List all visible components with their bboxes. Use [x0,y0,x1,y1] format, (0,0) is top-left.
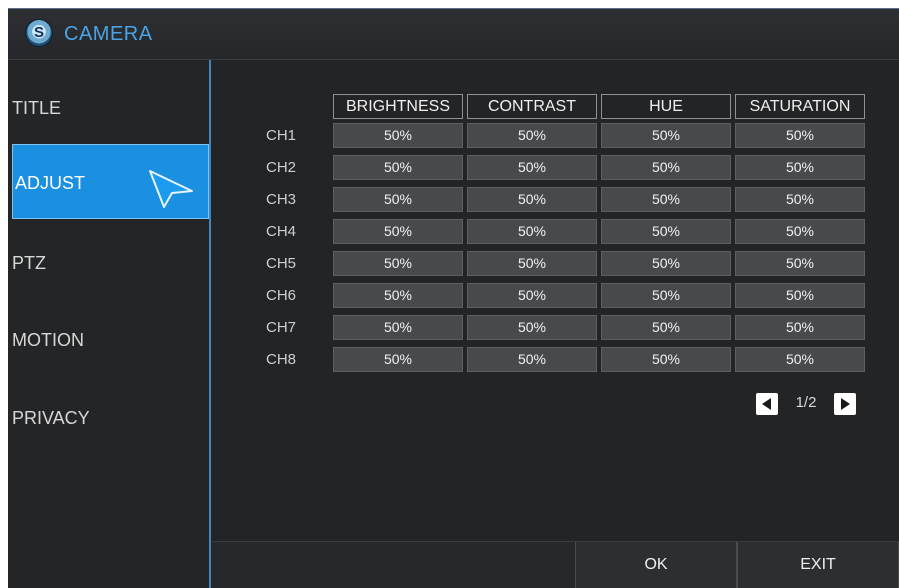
hue-value[interactable]: 50% [601,155,731,180]
column-header-brightness: BRIGHTNESS [333,94,463,119]
contrast-value[interactable]: 50% [467,283,597,308]
saturation-value[interactable]: 50% [735,347,865,372]
brightness-value[interactable]: 50% [333,123,463,148]
brightness-value[interactable]: 50% [333,315,463,340]
next-page-button[interactable] [834,393,856,415]
channel-label: CH5 [266,255,297,272]
channel-label: CH6 [266,287,297,304]
sidebar-item-ptz[interactable]: PTZ [8,225,208,300]
window-title: CAMERA [64,23,153,45]
ok-button[interactable]: OK [575,542,737,588]
sidebar-divider [209,60,211,588]
contrast-value[interactable]: 50% [467,251,597,276]
saturation-value[interactable]: 50% [735,219,865,244]
channel-label: CH1 [266,127,297,144]
channel-label: CH2 [266,159,297,176]
brightness-value[interactable]: 50% [333,187,463,212]
contrast-value[interactable]: 50% [467,187,597,212]
hue-value[interactable]: 50% [601,251,731,276]
brightness-value[interactable]: 50% [333,283,463,308]
sidebar: TITLE ADJUST PTZ MOTION PRIVACY [8,60,212,588]
hue-value[interactable]: 50% [601,187,731,212]
saturation-value[interactable]: 50% [735,187,865,212]
column-header-hue: HUE [601,94,731,119]
adjust-panel: BRIGHTNESS CONTRAST HUE SATURATION CH1 5… [212,60,899,588]
channel-label: CH3 [266,191,297,208]
triangle-right-icon [841,398,850,410]
previous-page-button[interactable] [756,393,778,415]
hue-value[interactable]: 50% [601,315,731,340]
column-header-saturation: SATURATION [735,94,865,119]
brightness-value[interactable]: 50% [333,155,463,180]
pointer-arrow-icon [149,170,193,208]
sidebar-item-label: TITLE [12,98,62,118]
contrast-value[interactable]: 50% [467,315,597,340]
footer-bar: OK EXIT [212,541,899,588]
triangle-left-icon [762,398,771,410]
saturation-value[interactable]: 50% [735,123,865,148]
sidebar-item-label: PTZ [12,253,46,273]
channel-label: CH4 [266,223,297,240]
hue-value[interactable]: 50% [601,123,731,148]
contrast-value[interactable]: 50% [467,219,597,244]
sidebar-item-title[interactable]: TITLE [8,60,208,135]
sidebar-item-privacy[interactable]: PRIVACY [8,380,208,455]
saturation-value[interactable]: 50% [735,283,865,308]
channel-label: CH8 [266,351,297,368]
column-header-contrast: CONTRAST [467,94,597,119]
camera-logo-icon: S [26,20,52,46]
camera-window: S CAMERA TITLE ADJUST PTZ MOTION PRIVACY… [8,8,899,588]
saturation-value[interactable]: 50% [735,155,865,180]
exit-button[interactable]: EXIT [737,542,899,588]
sidebar-item-label: ADJUST [15,173,86,193]
brightness-value[interactable]: 50% [333,251,463,276]
page-indicator: 1/2 [795,394,817,411]
sidebar-item-label: MOTION [12,330,84,350]
saturation-value[interactable]: 50% [735,315,865,340]
saturation-value[interactable]: 50% [735,251,865,276]
brightness-value[interactable]: 50% [333,347,463,372]
channel-label: CH7 [266,319,297,336]
brightness-value[interactable]: 50% [333,219,463,244]
hue-value[interactable]: 50% [601,283,731,308]
hue-value[interactable]: 50% [601,219,731,244]
contrast-value[interactable]: 50% [467,123,597,148]
sidebar-item-motion[interactable]: MOTION [8,302,208,377]
sidebar-item-adjust[interactable]: ADJUST [12,144,209,219]
hue-value[interactable]: 50% [601,347,731,372]
title-bar: S CAMERA [8,9,899,60]
contrast-value[interactable]: 50% [467,155,597,180]
contrast-value[interactable]: 50% [467,347,597,372]
sidebar-item-label: PRIVACY [12,408,90,428]
